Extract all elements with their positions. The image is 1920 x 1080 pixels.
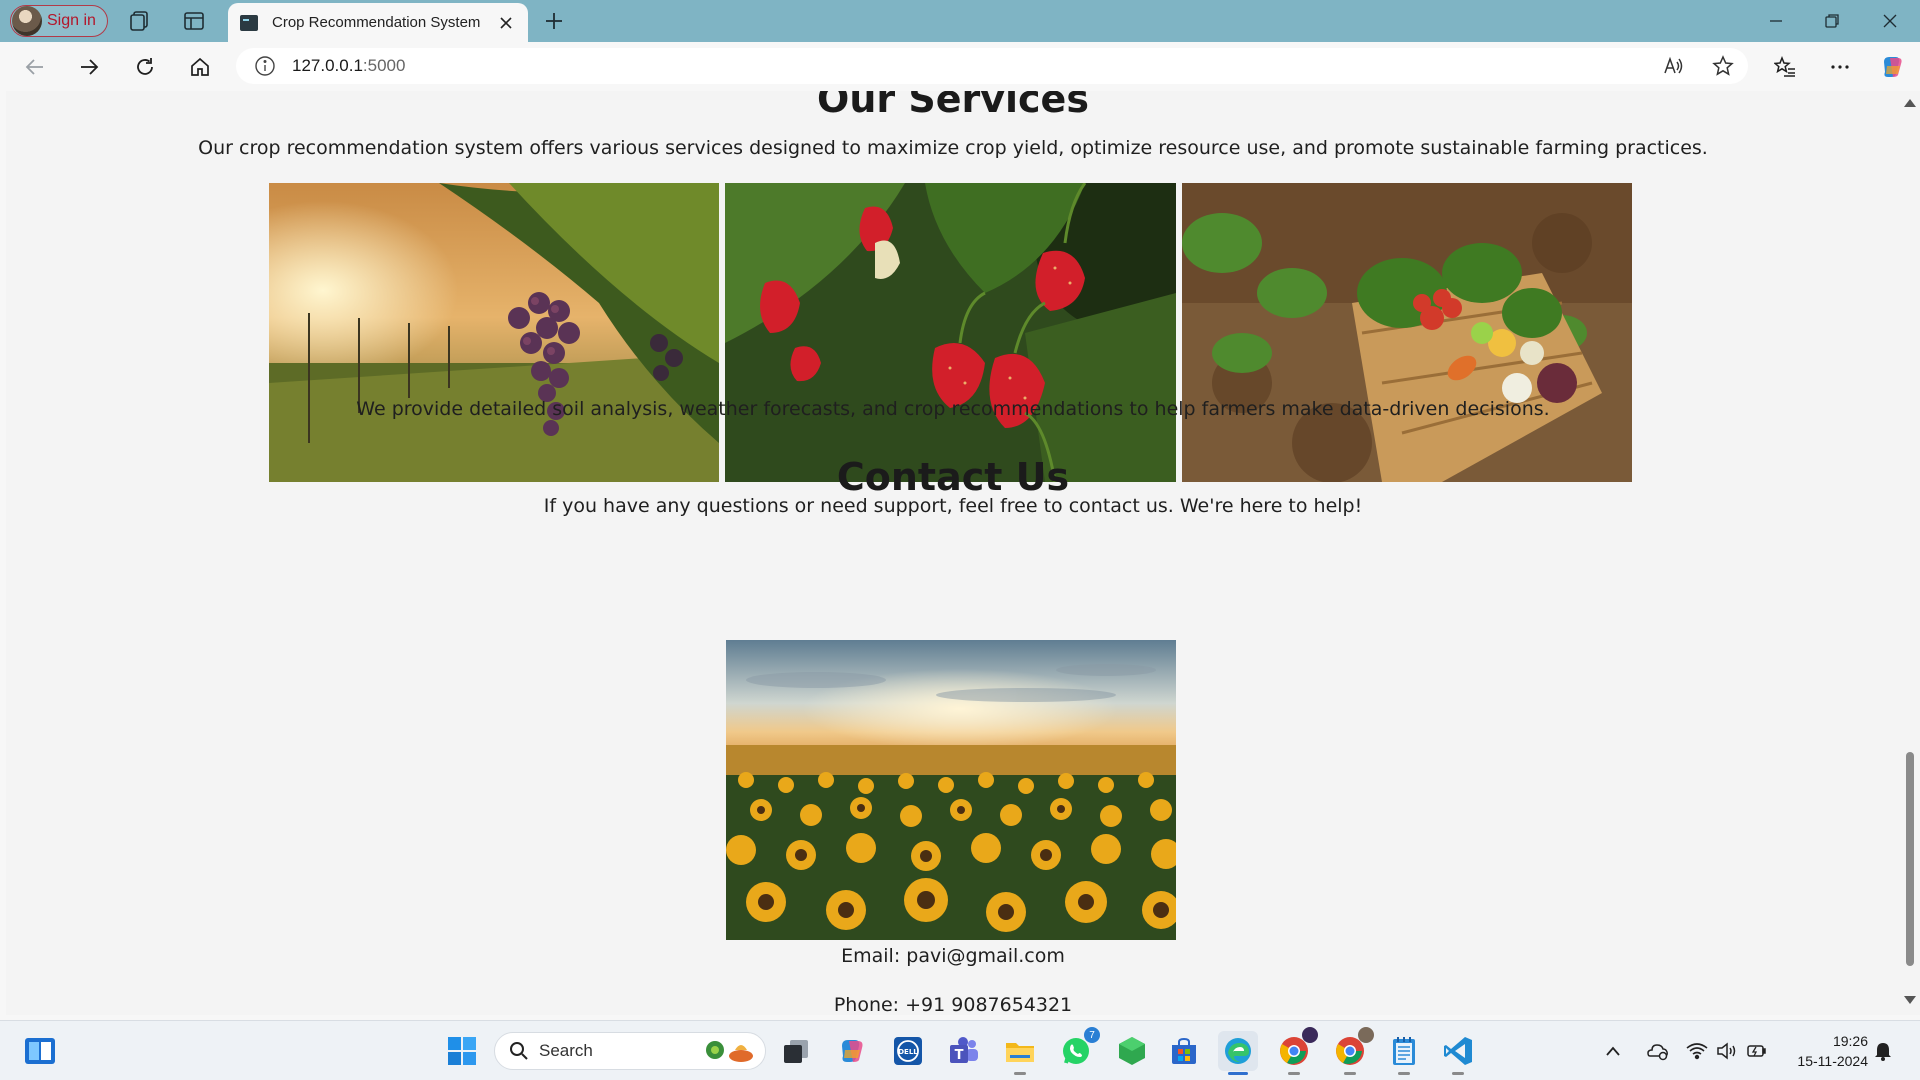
tab-title: Crop Recommendation System (272, 14, 481, 31)
whatsapp-badge: 7 (1084, 1027, 1100, 1043)
teams-icon[interactable]: T (944, 1031, 984, 1071)
services-intro: Our crop recommendation system offers va… (198, 137, 1708, 159)
services-caption: We provide detailed soil analysis, weath… (356, 398, 1550, 420)
clock-date: 15-11-2024 (1797, 1053, 1868, 1069)
sunflower-field-image (726, 640, 1176, 940)
vegetable-crate-image (1182, 183, 1632, 482)
chrome-profile-avatar-1 (1302, 1027, 1318, 1043)
address-toolbar: 127.0.0.1:5000 (0, 42, 1920, 91)
search-icon (510, 1042, 528, 1060)
more-options-icon[interactable] (1825, 52, 1855, 82)
running-indicator (1014, 1072, 1026, 1075)
start-windows-icon[interactable] (442, 1031, 482, 1071)
battery-charging-icon[interactable] (1742, 1031, 1772, 1071)
green-cube-app-icon[interactable] (1112, 1031, 1152, 1071)
copilot-taskbar-icon[interactable] (832, 1031, 872, 1071)
running-indicator (1452, 1072, 1464, 1075)
chrome-profile-1-icon[interactable] (1274, 1027, 1318, 1075)
search-label: Search (539, 1041, 593, 1060)
page-viewport: Our Services Our crop recommendation sys… (6, 91, 1900, 1015)
new-tab-plus-icon[interactable] (540, 7, 568, 35)
favorites-list-icon[interactable] (1770, 52, 1800, 82)
copilot-icon[interactable] (1878, 52, 1908, 82)
tab-actions-icon[interactable] (182, 9, 206, 33)
page-scrollbar[interactable] (1900, 91, 1920, 1015)
read-aloud-icon[interactable] (1648, 55, 1698, 77)
workspaces-icon[interactable] (128, 9, 152, 33)
show-hidden-icons-chevron-up-icon[interactable] (1598, 1031, 1628, 1071)
edge-taskbar-icon[interactable] (1218, 1031, 1258, 1075)
taskbar-search-box[interactable]: Search (494, 1032, 766, 1070)
notification-bell-icon[interactable] (1868, 1031, 1898, 1071)
back-arrow-icon[interactable] (20, 52, 50, 82)
volume-icon[interactable] (1712, 1031, 1742, 1071)
scrollbar-thumb[interactable] (1906, 752, 1914, 966)
microsoft-store-icon[interactable] (1164, 1031, 1204, 1071)
running-indicator (1288, 1072, 1300, 1075)
system-clock[interactable]: 19:26 15-11-2024 (1797, 1031, 1868, 1071)
notepad-icon[interactable] (1384, 1031, 1424, 1075)
widgets-icon[interactable] (20, 1031, 60, 1071)
address-bar-actions (1648, 48, 1748, 84)
windows-taskbar: Search DELL T 7 19:26 15-11-2024 (0, 1020, 1920, 1080)
strawberries-image (725, 183, 1176, 482)
wifi-icon[interactable] (1682, 1031, 1712, 1071)
svg-text:T: T (955, 1048, 964, 1063)
url-host: 127.0.0.1 (292, 56, 363, 75)
url-port: :5000 (362, 56, 406, 75)
task-view-icon[interactable] (776, 1031, 816, 1071)
url-text[interactable]: 127.0.0.1:5000 (292, 56, 405, 76)
minimize-icon[interactable] (1748, 0, 1804, 42)
clock-time: 19:26 (1832, 1033, 1868, 1049)
terminal-favicon-icon (240, 14, 258, 31)
tab-crop-recommendation[interactable]: Crop Recommendation System (228, 3, 528, 42)
search-highlight-icon (706, 1041, 753, 1062)
avatar (12, 6, 42, 36)
sign-in-button[interactable]: Sign in (10, 5, 108, 37)
home-icon[interactable] (185, 52, 215, 82)
close-window-icon[interactable] (1862, 0, 1918, 42)
site-info-icon[interactable] (254, 55, 276, 77)
refresh-icon[interactable] (130, 52, 160, 82)
restore-icon[interactable] (1804, 0, 1860, 42)
dell-app-icon[interactable]: DELL (888, 1031, 928, 1071)
grapes-vineyard-image (269, 183, 719, 482)
forward-arrow-icon[interactable] (74, 52, 104, 82)
close-tab-icon[interactable] (492, 9, 520, 37)
browser-titlebar: Sign in Crop Recommendation System (0, 0, 1920, 42)
vscode-icon[interactable] (1438, 1031, 1478, 1075)
services-heading: Our Services (817, 91, 1089, 121)
scroll-up-arrow-icon[interactable] (1904, 99, 1916, 107)
whatsapp-icon[interactable]: 7 (1056, 1027, 1100, 1071)
favorite-star-icon[interactable] (1698, 55, 1748, 77)
address-bar[interactable]: 127.0.0.1:5000 (236, 48, 1748, 84)
contact-email: Email: pavi@gmail.com (841, 945, 1065, 967)
contact-heading: Contact Us (836, 455, 1070, 499)
chrome-profile-avatar-2 (1358, 1027, 1374, 1043)
contact-intro: If you have any questions or need suppor… (543, 495, 1363, 517)
contact-phone: Phone: +91 9087654321 (833, 994, 1073, 1015)
svg-text:DELL: DELL (898, 1048, 918, 1056)
onedrive-sync-icon[interactable] (1642, 1031, 1672, 1071)
running-indicator (1398, 1072, 1410, 1075)
file-explorer-icon[interactable] (1000, 1031, 1040, 1075)
sign-in-label: Sign in (47, 12, 96, 29)
scroll-down-arrow-icon[interactable] (1904, 996, 1916, 1004)
running-indicator (1344, 1072, 1356, 1075)
chrome-profile-2-icon[interactable] (1330, 1027, 1374, 1075)
active-indicator (1228, 1072, 1248, 1075)
